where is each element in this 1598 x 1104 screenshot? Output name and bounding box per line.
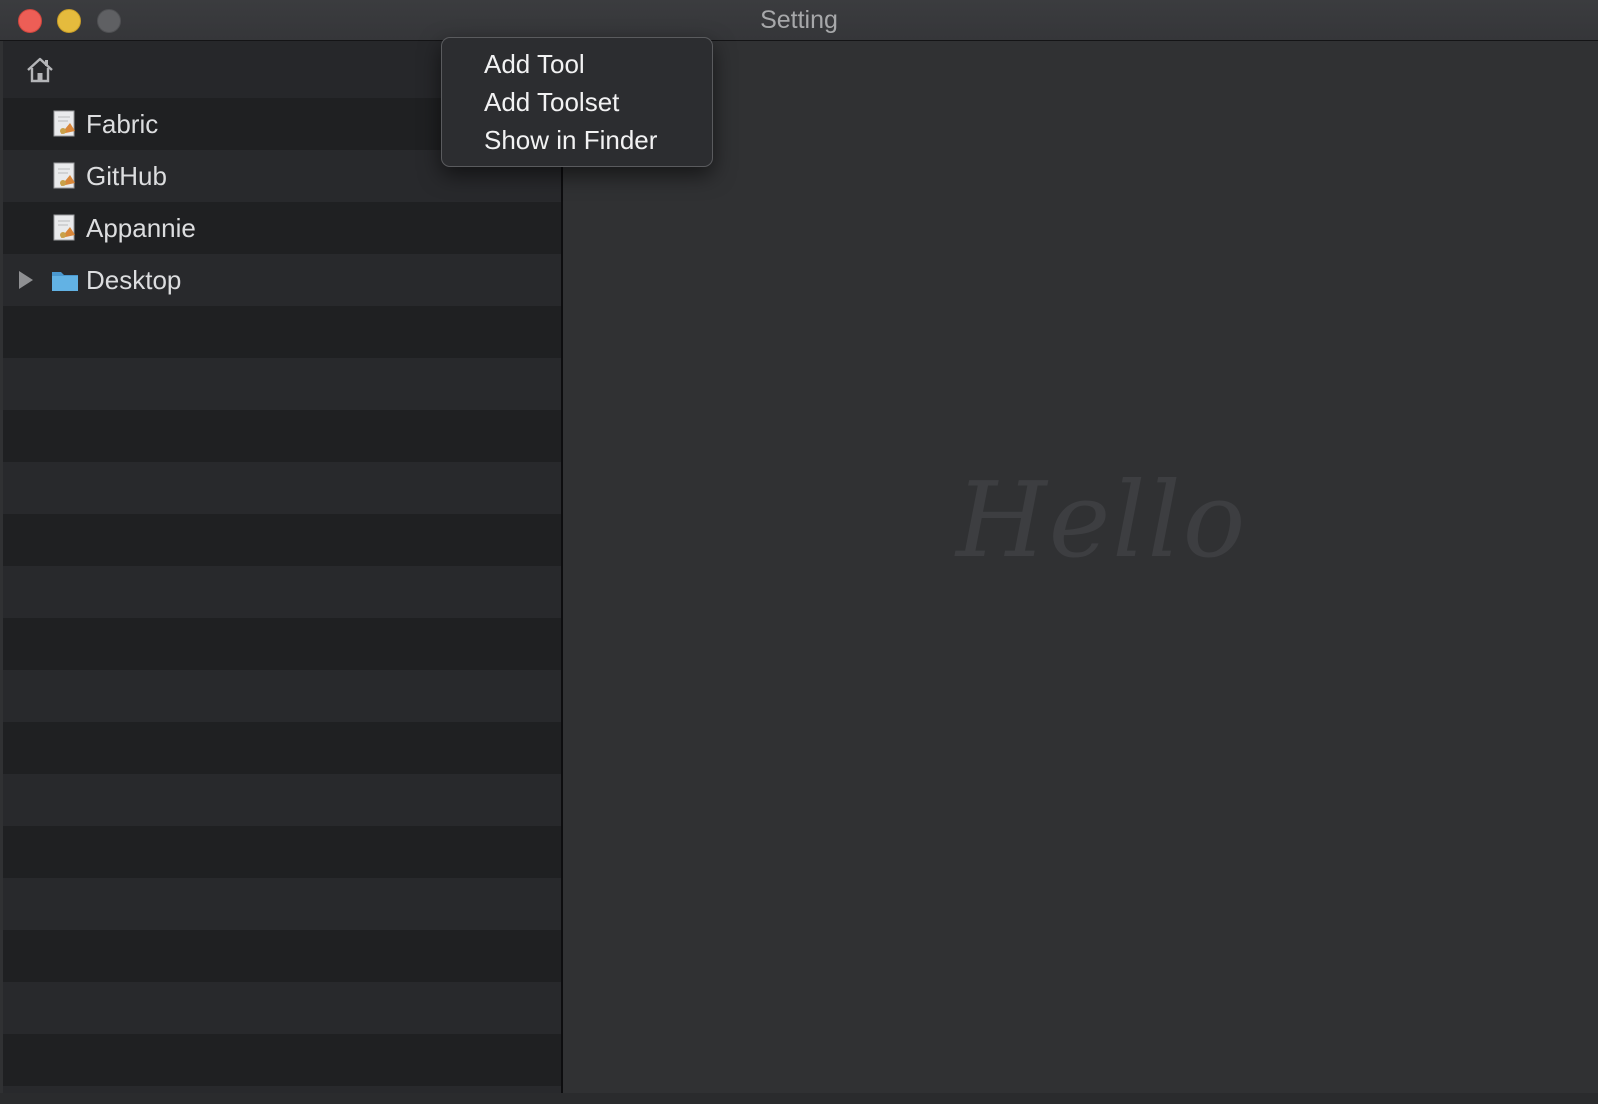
menu-item-add-toolset[interactable]: Add Toolset [442, 84, 712, 122]
empty-row [3, 722, 561, 774]
list-item-desktop[interactable]: Desktop [3, 254, 561, 306]
window-bottom-edge [0, 1093, 1598, 1104]
empty-row [3, 982, 561, 1034]
list-item-label: Appannie [86, 213, 196, 243]
context-menu: Add Tool Add Toolset Show in Finder [441, 37, 713, 167]
empty-row [3, 930, 561, 982]
folder-icon [52, 272, 78, 291]
window-title: Setting [760, 6, 838, 34]
script-file-icon [53, 214, 75, 241]
list-item-label: Fabric [86, 109, 159, 139]
list-item-label: GitHub [86, 161, 167, 191]
empty-row [3, 566, 561, 618]
empty-row [3, 826, 561, 878]
empty-row [3, 462, 561, 514]
empty-row [3, 878, 561, 930]
hello-watermark: Hello [956, 459, 1248, 581]
settings-window: Setting Fabric GitHub Appannie Desktop H… [0, 0, 1598, 1104]
list-item-label: Desktop [86, 265, 182, 295]
empty-row [3, 306, 561, 358]
empty-row [3, 1034, 561, 1086]
home-icon[interactable] [25, 55, 55, 85]
title-bar[interactable]: Setting [0, 0, 1598, 41]
disclosure-triangle-icon[interactable] [19, 271, 33, 289]
menu-item-show-in-finder[interactable]: Show in Finder [442, 122, 712, 160]
empty-row [3, 410, 561, 462]
empty-row [3, 618, 561, 670]
script-file-icon [53, 162, 75, 189]
list-item-appannie[interactable]: Appannie [3, 202, 561, 254]
empty-row [3, 358, 561, 410]
menu-item-add-tool[interactable]: Add Tool [442, 46, 712, 84]
empty-row [3, 774, 561, 826]
empty-row [3, 1086, 561, 1093]
sidebar: Fabric GitHub Appannie Desktop [3, 41, 561, 1093]
script-file-icon [53, 110, 75, 137]
empty-row [3, 514, 561, 566]
empty-row [3, 670, 561, 722]
tool-list: Fabric GitHub Appannie Desktop [3, 98, 561, 1093]
detail-pane: Hello [563, 41, 1598, 1093]
